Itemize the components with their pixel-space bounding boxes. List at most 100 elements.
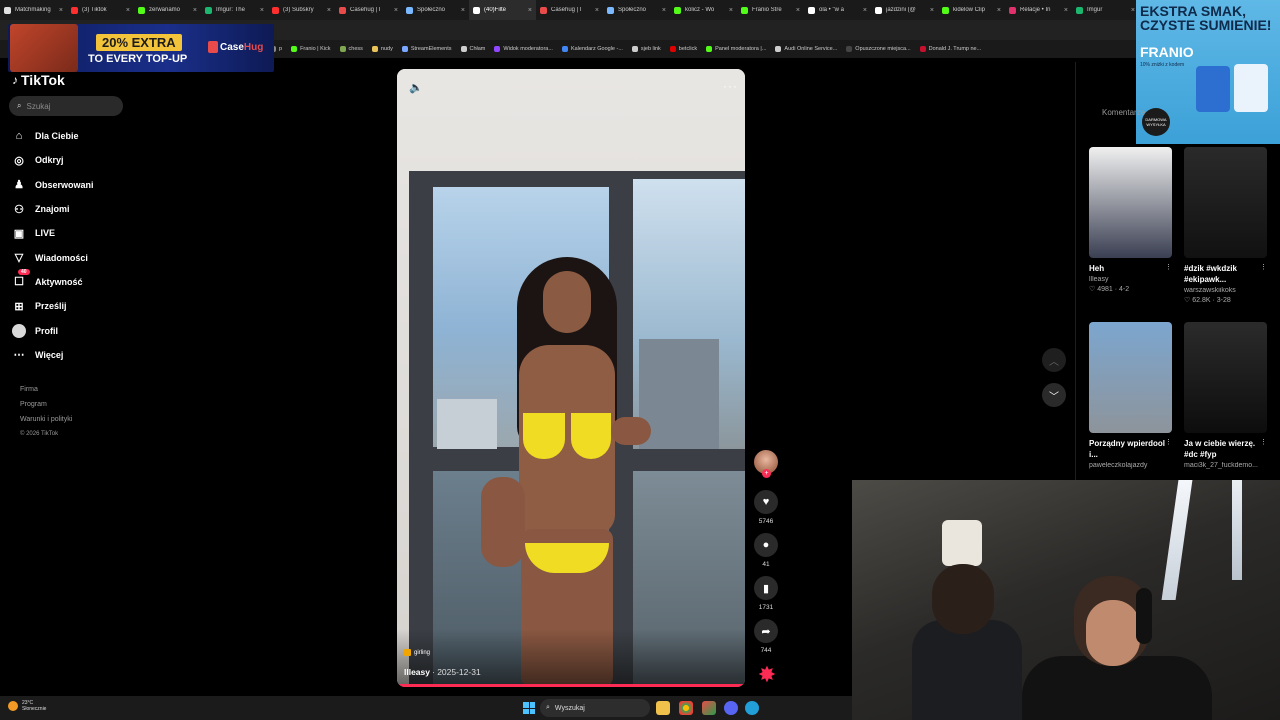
- chrome-icon[interactable]: [679, 701, 693, 715]
- video-thumbnail[interactable]: [1184, 147, 1267, 258]
- browser-tab[interactable]: Imgur ×: [1072, 0, 1139, 20]
- browser-tab[interactable]: Matchmaking ×: [0, 0, 67, 20]
- bookmark[interactable]: Widok moderatora...: [494, 46, 553, 52]
- close-icon[interactable]: ×: [1064, 7, 1068, 14]
- close-icon[interactable]: ×: [595, 7, 599, 14]
- footer-link-company[interactable]: Firma: [20, 382, 72, 397]
- app-icon[interactable]: [702, 701, 716, 715]
- sidebar-item-dla-ciebie[interactable]: ⌂ Dla Ciebie: [12, 124, 132, 148]
- close-icon[interactable]: ×: [930, 7, 934, 14]
- browser-tab[interactable]: (3) Subskry ×: [268, 0, 335, 20]
- close-icon[interactable]: ×: [126, 7, 130, 14]
- bookmark[interactable]: Franio | Kick: [291, 46, 331, 52]
- browser-tab[interactable]: Casehug | I ×: [536, 0, 603, 20]
- close-icon[interactable]: ×: [461, 7, 465, 14]
- bookmark[interactable]: Panel moderatora |...: [706, 46, 766, 52]
- browser-tab[interactable]: Franio Stre ×: [737, 0, 804, 20]
- close-icon[interactable]: ×: [863, 7, 867, 14]
- weather-widget[interactable]: 23°C Słonecznie: [8, 700, 46, 712]
- browser-tab[interactable]: Casehug | I ×: [335, 0, 402, 20]
- more-options-icon[interactable]: ⋮: [1165, 263, 1172, 271]
- close-icon[interactable]: ×: [662, 7, 666, 14]
- sidebar-item-wi-cej[interactable]: ⋯ Więcej: [12, 343, 132, 367]
- close-icon[interactable]: ×: [59, 7, 63, 14]
- discord-icon[interactable]: [724, 701, 738, 715]
- sidebar-item-profil[interactable]: Profil: [12, 318, 132, 342]
- close-icon[interactable]: ×: [729, 7, 733, 14]
- close-icon[interactable]: ×: [327, 7, 331, 14]
- sidebar-item-znajomi[interactable]: ⚇ Znajomi: [12, 197, 132, 221]
- related-video-card[interactable]: ⋮ Heh llleasy ♡ 4981 · 4-2: [1089, 147, 1172, 293]
- save-button[interactable]: ▮: [754, 576, 778, 600]
- browser-tab[interactable]: jazdzini (@ ×: [871, 0, 938, 20]
- music-label[interactable]: girling: [404, 649, 430, 656]
- video-thumbnail[interactable]: [1184, 322, 1267, 433]
- related-video-author[interactable]: warszawskiikoks: [1184, 287, 1267, 294]
- browser-tab[interactable]: Społeczno ×: [603, 0, 670, 20]
- browser-tab[interactable]: kidelow Clip ×: [938, 0, 1005, 20]
- share-button[interactable]: ➦: [754, 619, 778, 643]
- related-video-card[interactable]: ⋮ #dzik #wkdzik #ekipawk... warszawskiikok…: [1184, 147, 1267, 304]
- close-icon[interactable]: ×: [796, 7, 800, 14]
- telegram-icon[interactable]: [745, 701, 759, 715]
- bookmark[interactable]: chess: [339, 46, 363, 52]
- related-video-card[interactable]: ⋮ Porządny wpierdool i... paweleczkolajazd…: [1089, 322, 1172, 469]
- more-options-icon[interactable]: ···: [723, 79, 738, 93]
- more-options-icon[interactable]: ⋮: [1165, 438, 1172, 446]
- browser-tab[interactable]: ola • "w a ×: [804, 0, 871, 20]
- more-options-icon[interactable]: ⋮: [1260, 263, 1267, 271]
- sidebar-item-wiadomo-ci[interactable]: ▽ Wiadomości: [12, 245, 132, 269]
- tab-comments[interactable]: Komentarze: [1102, 108, 1145, 117]
- bookmark[interactable]: betclick: [669, 46, 697, 52]
- author-avatar[interactable]: +: [754, 450, 778, 478]
- close-icon[interactable]: ×: [193, 7, 197, 14]
- bookmark[interactable]: Chłam: [460, 46, 485, 52]
- windows-start-icon[interactable]: [523, 702, 535, 714]
- video-thumbnail[interactable]: [1089, 322, 1172, 433]
- close-icon[interactable]: ×: [1131, 7, 1135, 14]
- bookmark[interactable]: Opuszczone miejsca...: [846, 46, 911, 52]
- sound-disc-icon[interactable]: ✸: [756, 664, 778, 686]
- follow-plus-icon[interactable]: +: [762, 469, 771, 478]
- sidebar-item-live[interactable]: ▣ LIVE: [12, 221, 132, 245]
- browser-tab[interactable]: Imgur: The ×: [201, 0, 268, 20]
- franio-ad-banner[interactable]: EKSTRA SMAK, CZYSTE SUMIENIE! FRANIO 10%…: [1136, 0, 1280, 144]
- casehug-ad-banner[interactable]: 20% EXTRA TO EVERY TOP-UP CaseHug: [8, 24, 274, 72]
- search-input[interactable]: ⌕ Szukaj: [9, 96, 123, 116]
- browser-tab[interactable]: (40)Filte ×: [469, 0, 536, 20]
- related-video-author[interactable]: maci3k_27_fuckdemo...: [1184, 462, 1267, 469]
- more-options-icon[interactable]: ⋮: [1260, 438, 1267, 446]
- tiktok-logo[interactable]: ♪ TikTok: [12, 72, 65, 88]
- close-icon[interactable]: ×: [394, 7, 398, 14]
- close-icon[interactable]: ×: [260, 7, 264, 14]
- taskbar-search[interactable]: ⌕ Wyszukaj: [540, 699, 650, 717]
- close-icon[interactable]: ×: [997, 7, 1001, 14]
- footer-link-program[interactable]: Program: [20, 397, 72, 412]
- browser-tab[interactable]: kolicz - Wo ×: [670, 0, 737, 20]
- sidebar-item-obserwowani[interactable]: ♟ Obserwowani: [12, 173, 132, 197]
- related-video-author[interactable]: paweleczkolajazdy: [1089, 462, 1172, 469]
- footer-link-terms[interactable]: Warunki i polityki: [20, 412, 72, 427]
- video-author[interactable]: llleasy: [404, 667, 430, 677]
- related-video-author[interactable]: llleasy: [1089, 276, 1172, 283]
- comment-button[interactable]: ●: [754, 533, 778, 557]
- file-explorer-icon[interactable]: [656, 701, 670, 715]
- browser-tab[interactable]: Społeczno ×: [402, 0, 469, 20]
- bookmark[interactable]: sjeb link: [631, 46, 661, 52]
- bookmark[interactable]: nudy: [371, 46, 393, 52]
- browser-tab[interactable]: zerwanamo ×: [134, 0, 201, 20]
- sidebar-item-odkryj[interactable]: ◎ Odkryj: [12, 148, 132, 172]
- volume-icon[interactable]: 🔈: [409, 81, 423, 94]
- previous-video-button[interactable]: ︿: [1042, 348, 1066, 372]
- bookmark[interactable]: Audi Online Service...: [775, 46, 837, 52]
- browser-tab[interactable]: Relacje • In ×: [1005, 0, 1072, 20]
- sidebar-item-aktywno-[interactable]: ☐ 40 Aktywność: [12, 268, 132, 294]
- video-thumbnail[interactable]: [1089, 147, 1172, 258]
- related-video-card[interactable]: ⋮ Ja w ciebie wierzę. #dc #fyp maci3k_27_f…: [1184, 322, 1267, 469]
- bookmark[interactable]: Donald J. Trump ne...: [919, 46, 981, 52]
- bookmark[interactable]: Kalendarz Google -...: [561, 46, 623, 52]
- browser-tab[interactable]: (3) Tiktok ×: [67, 0, 134, 20]
- bookmark[interactable]: StreamElements: [401, 46, 452, 52]
- video-player[interactable]: 🔈 ··· girling llleasy · 2025-12-31: [397, 69, 745, 687]
- like-button[interactable]: ♥: [754, 490, 778, 514]
